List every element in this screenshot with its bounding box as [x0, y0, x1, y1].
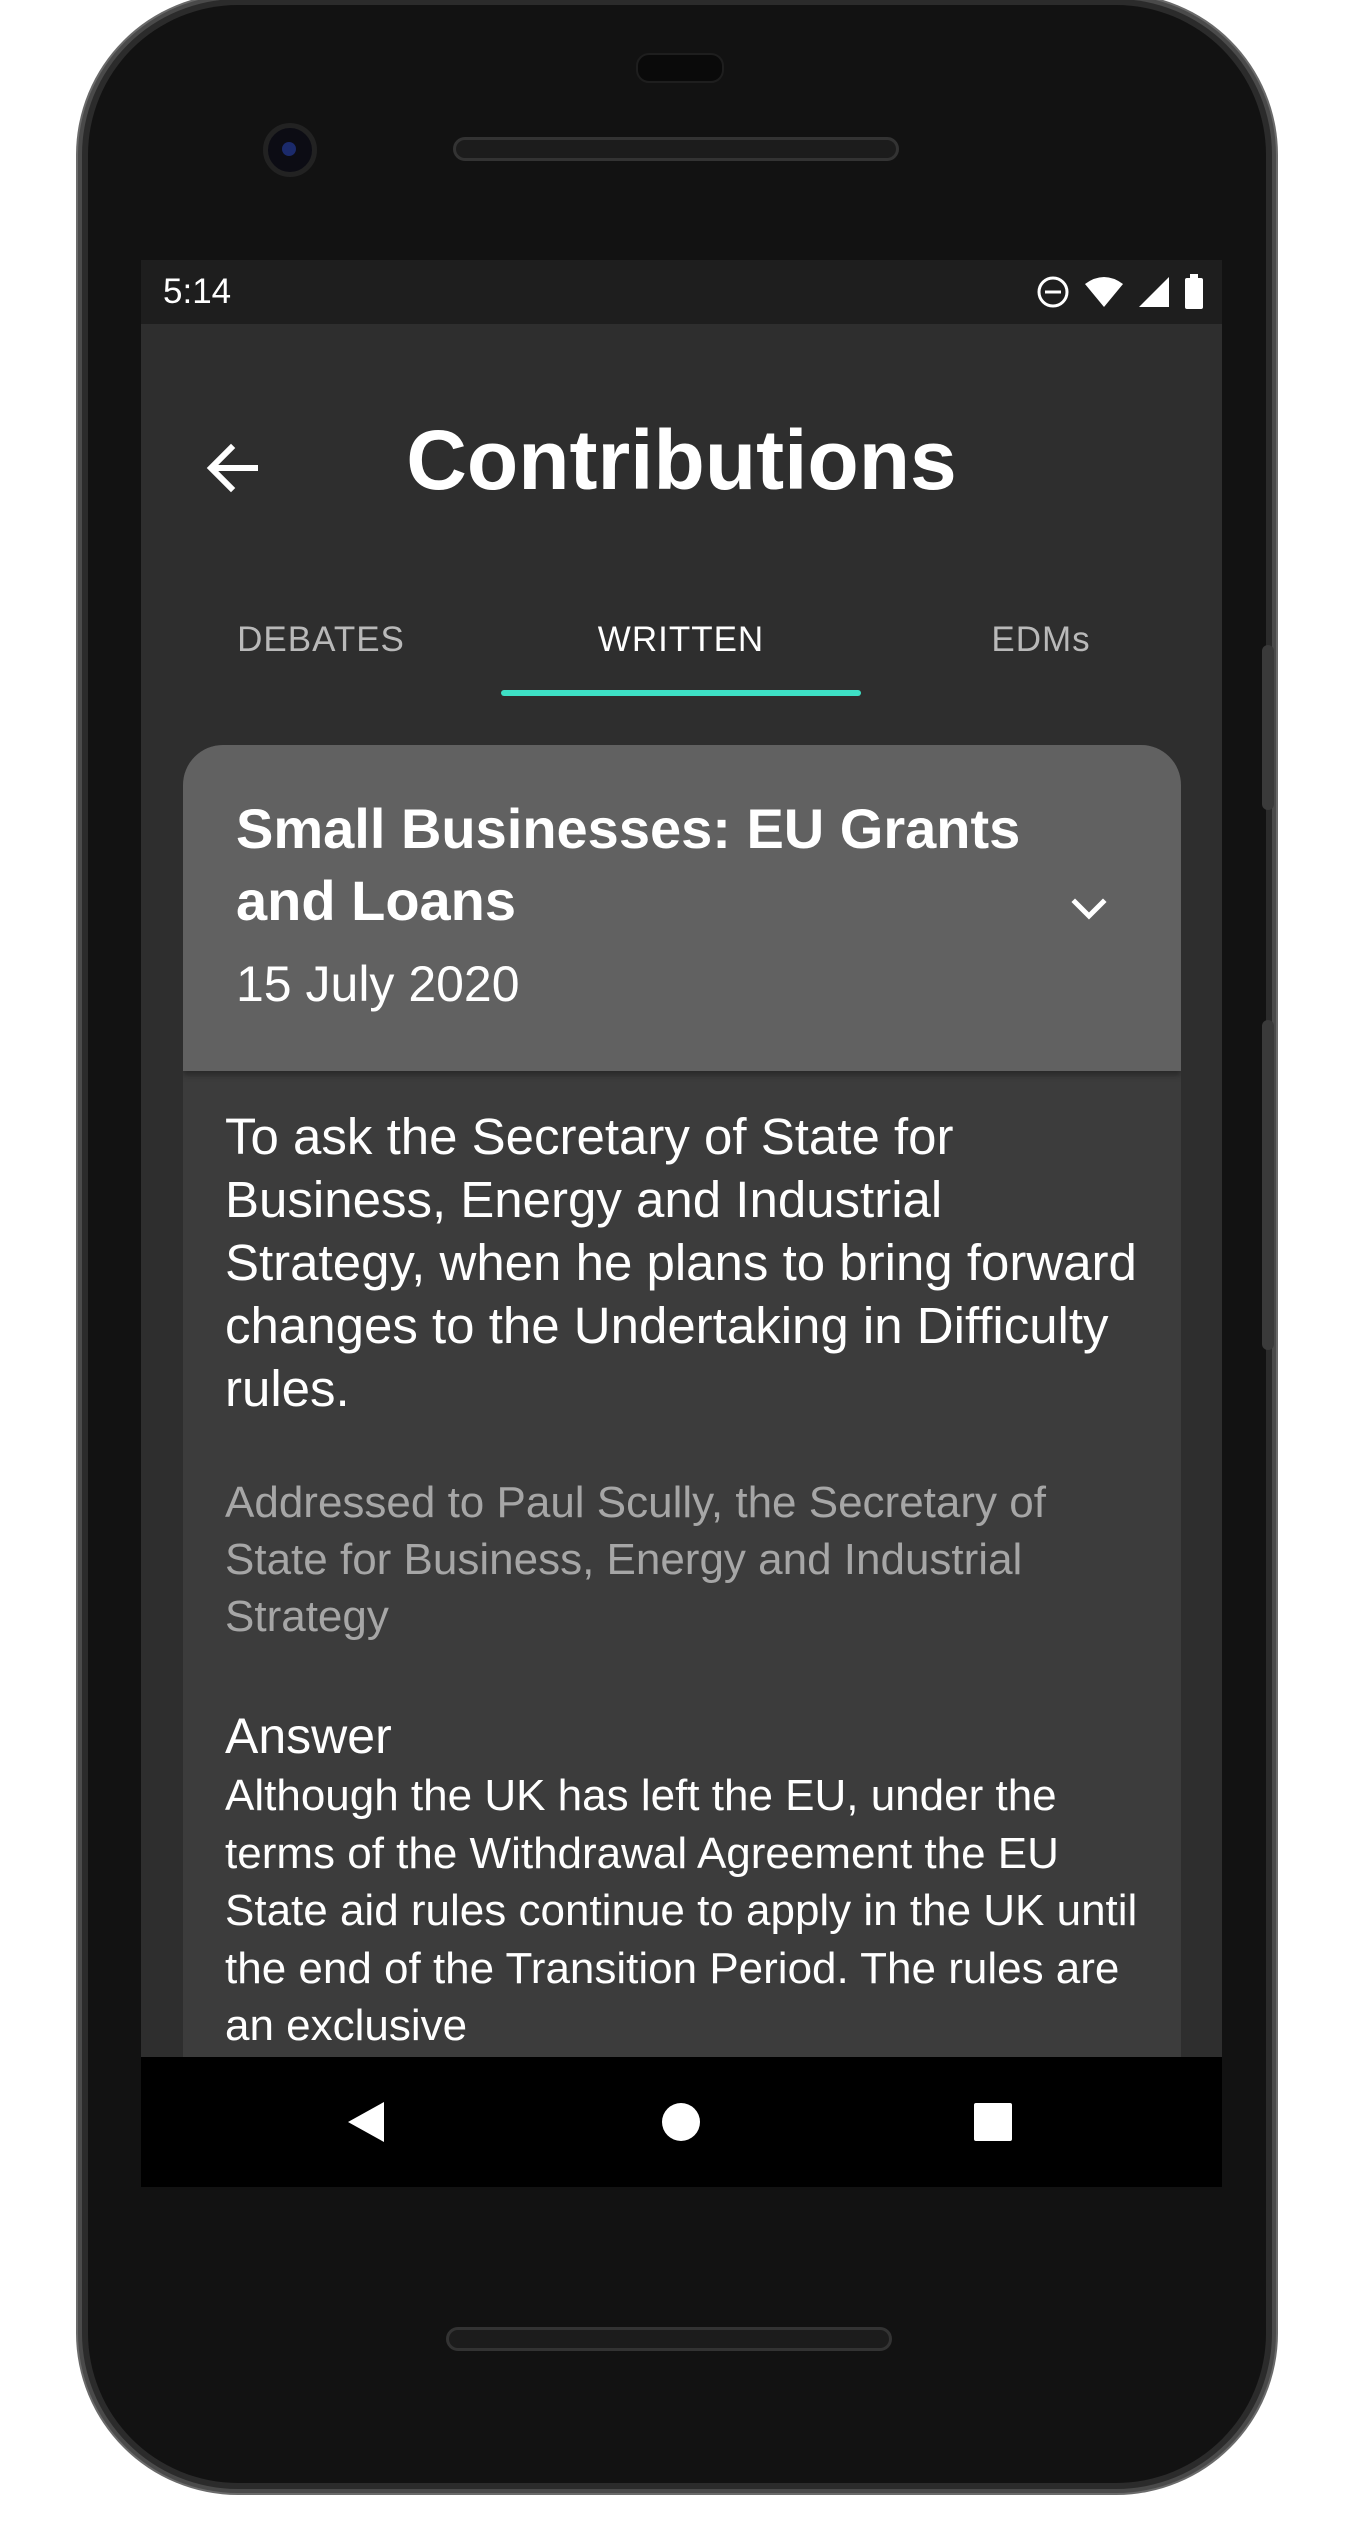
tab-edms[interactable]: EDMs [861, 590, 1221, 702]
tab-debates[interactable]: DEBATES [141, 590, 501, 702]
tab-written[interactable]: WRITTEN [501, 590, 861, 702]
proximity-sensor [636, 53, 724, 83]
addressed-to-text: Addressed to Paul Scully, the Secretary … [225, 1478, 1046, 1641]
battery-icon [1185, 274, 1203, 309]
square-recents-icon [974, 2103, 1012, 2141]
nav-recents-button[interactable] [958, 2087, 1028, 2157]
card-title: Small Businesses: EU Grants and Loans [236, 797, 1021, 932]
answer-heading: Answer [225, 1708, 392, 1764]
signal-icon [1139, 277, 1169, 307]
answer-text: Although the UK has left the EU, under t… [225, 1771, 1138, 2050]
page-title: Contributions [406, 413, 957, 507]
status-bar: 5:14 [141, 260, 1222, 324]
system-nav-bar [141, 2057, 1222, 2187]
tab-bar: DEBATES WRITTEN EDMs [141, 590, 1222, 702]
wifi-icon [1085, 277, 1123, 307]
card-body: To ask the Secretary of State for Busine… [225, 1105, 1155, 2055]
do-not-disturb-icon [1037, 276, 1069, 308]
nav-home-button[interactable] [646, 2087, 716, 2157]
card-date: 15 July 2020 [236, 956, 520, 1012]
status-icons [1036, 272, 1204, 312]
card-header[interactable]: Small Businesses: EU Grants and Loans 15… [183, 745, 1181, 1071]
app-bar: Contributions [141, 324, 1222, 514]
nav-back-button[interactable] [331, 2087, 401, 2157]
app-screen: 5:14 Contributions DEBATES WRITTEN EDMs … [141, 260, 1222, 2057]
bottom-speaker [446, 2327, 892, 2351]
active-tab-indicator [501, 690, 861, 696]
top-speaker [453, 137, 899, 161]
volume-button [1262, 1020, 1274, 1350]
circle-home-icon [662, 2103, 700, 2141]
status-time: 5:14 [163, 272, 232, 311]
front-camera [263, 123, 317, 177]
triangle-back-icon [348, 2102, 384, 2142]
chevron-down-icon[interactable] [1065, 885, 1113, 933]
question-text: To ask the Secretary of State for Busine… [225, 1108, 1137, 1417]
power-button [1262, 645, 1274, 810]
contribution-card: Small Businesses: EU Grants and Loans 15… [183, 745, 1181, 2057]
